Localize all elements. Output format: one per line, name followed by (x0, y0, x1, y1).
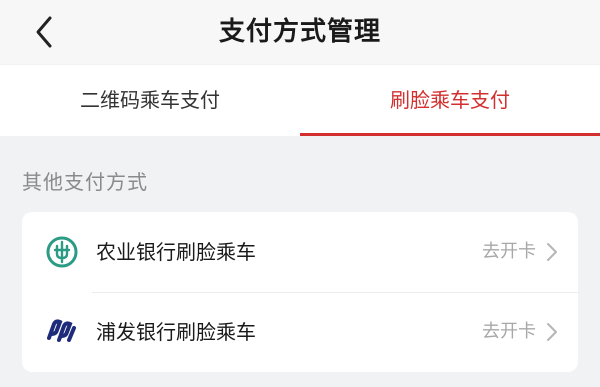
payment-methods-card: 农业银行刷脸乘车 去开卡 浦发银行刷脸乘车 去开卡 (22, 212, 578, 372)
payment-method-row-spdb[interactable]: 浦发银行刷脸乘车 去开卡 (22, 292, 578, 372)
header-bar: 支付方式管理 (0, 0, 600, 64)
chevron-right-icon (547, 323, 557, 341)
open-card-link[interactable]: 去开卡 (482, 292, 536, 372)
page-title: 支付方式管理 (218, 17, 381, 47)
tab-label: 刷脸乘车支付 (390, 88, 510, 112)
tab-qr-code-payment[interactable]: 二维码乘车支付 (0, 65, 300, 136)
payment-method-label: 农业银行刷脸乘车 (96, 240, 256, 264)
payment-method-row-abc[interactable]: 农业银行刷脸乘车 去开卡 (22, 212, 578, 292)
tab-label: 二维码乘车支付 (80, 88, 220, 112)
payment-method-label: 浦发银行刷脸乘车 (96, 320, 256, 344)
abc-bank-logo-icon (46, 236, 78, 268)
spdb-bank-logo-icon (47, 319, 76, 342)
section-title: 其他支付方式 (22, 170, 148, 194)
open-card-link[interactable]: 去开卡 (482, 212, 536, 292)
active-tab-indicator (300, 133, 600, 136)
tab-bar: 二维码乘车支付 刷脸乘车支付 (0, 65, 600, 136)
tab-face-payment[interactable]: 刷脸乘车支付 (300, 65, 600, 136)
chevron-right-icon (547, 243, 557, 261)
